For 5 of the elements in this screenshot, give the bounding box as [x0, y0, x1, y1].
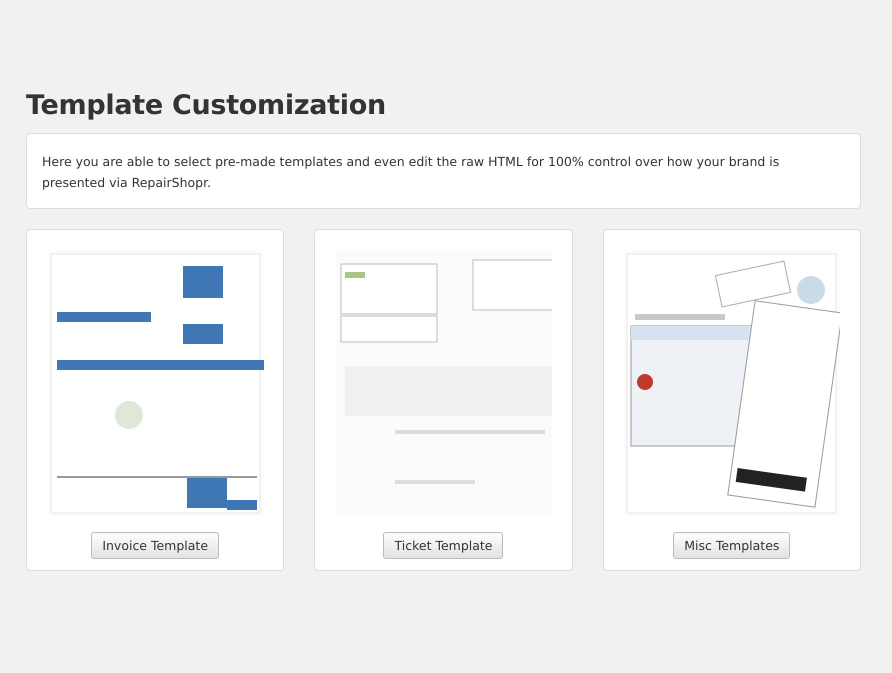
template-button[interactable]: Ticket Template	[383, 532, 504, 559]
template-button[interactable]: Misc Templates	[673, 532, 790, 559]
description-text: Here you are able to select pre-made templates and even edit the raw HTML for 100% control over how your brand is presented via RepairShopr.	[42, 153, 780, 192]
page-title: Template Customization	[26, 90, 387, 121]
template-button[interactable]: Invoice Template	[91, 532, 220, 559]
